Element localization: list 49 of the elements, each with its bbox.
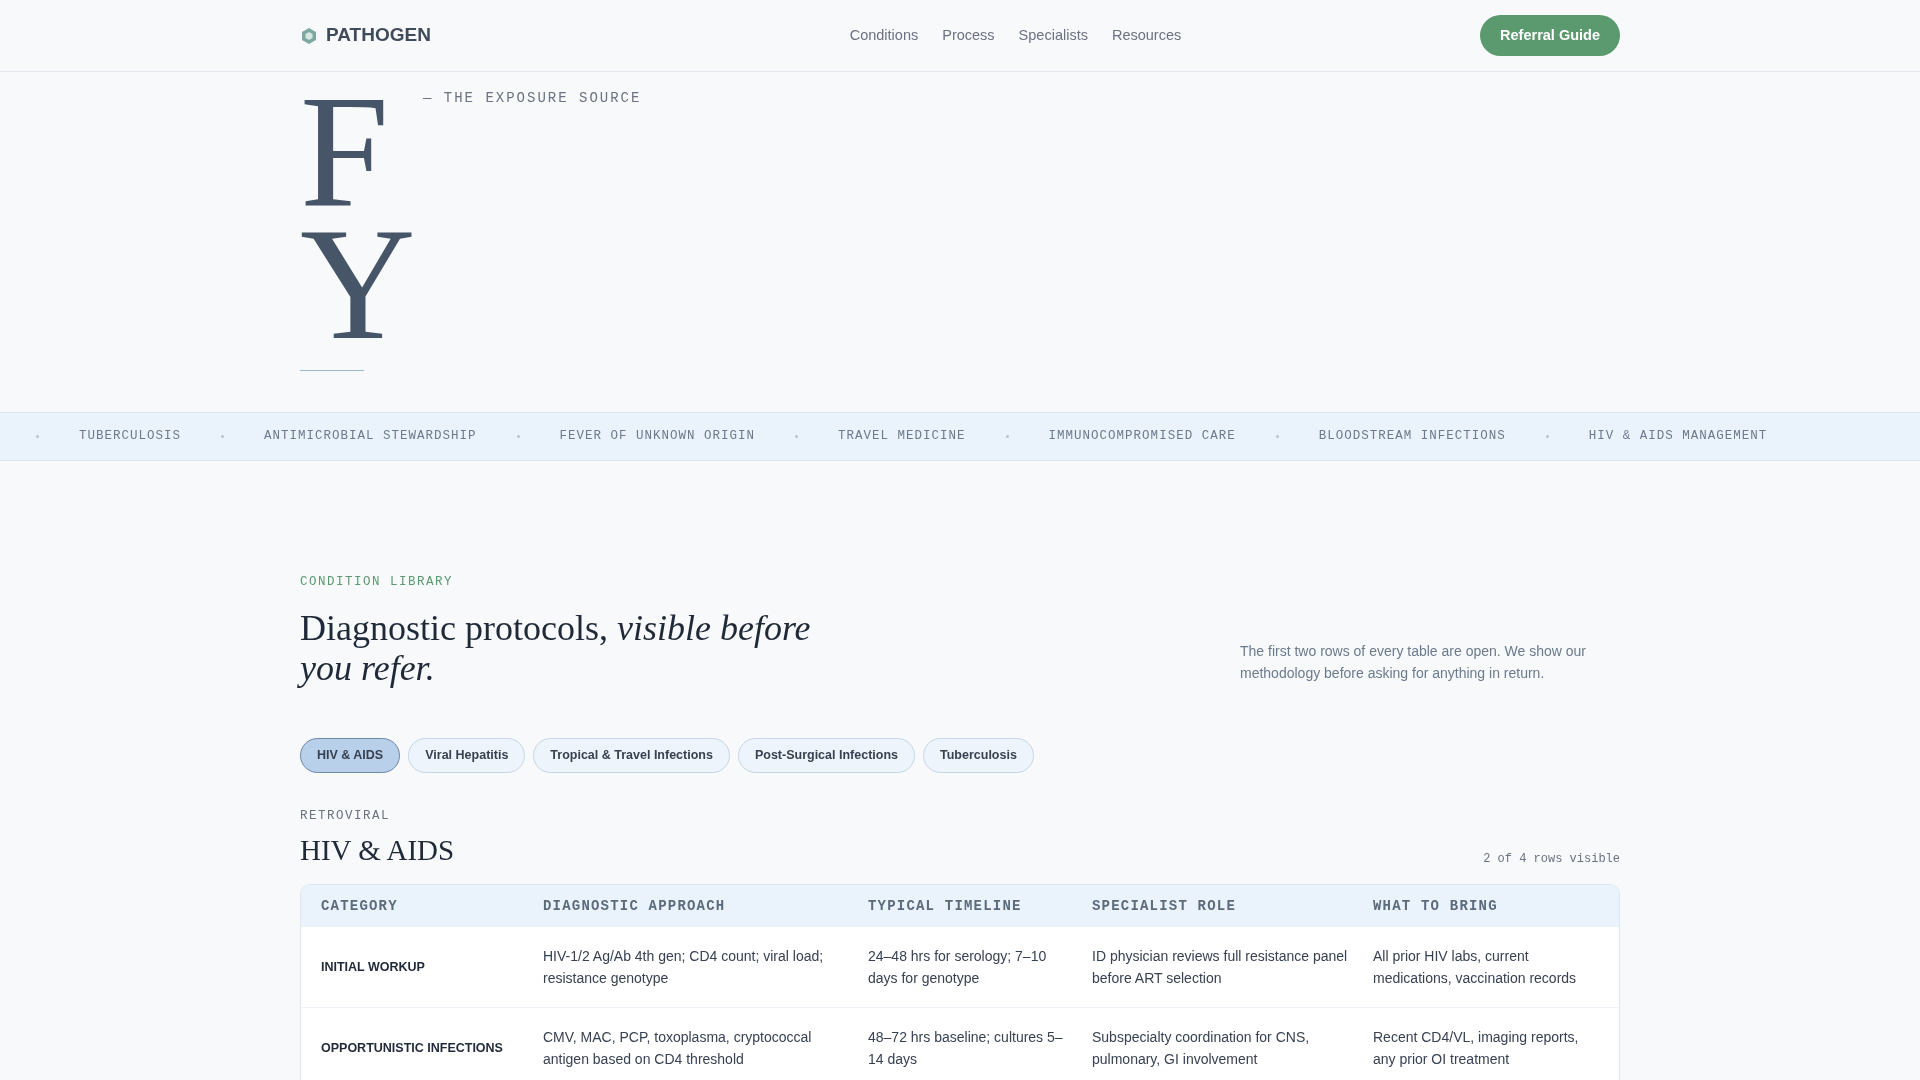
- table-cell-text: 24–48 hrs for serology; 7–10 days for genotype: [867, 947, 1048, 989]
- hero-tagline: — THE EXPOSURE SOURCE: [423, 89, 642, 108]
- column-header: SPECIALIST ROLE: [1091, 896, 1238, 916]
- table-cell-text: 48–72 hrs baseline; cultures 5–14 days: [867, 1028, 1064, 1070]
- nav-link[interactable]: Conditions: [849, 24, 919, 47]
- ticker-item: TRAVEL MEDICINE: [838, 428, 966, 446]
- condition-tab[interactable]: Viral Hepatitis: [408, 737, 526, 773]
- separator-dot: [221, 435, 224, 438]
- table-cell-text: CMV, MAC, PCP, toxoplasma, cryptococcal antigen based on CD4 threshold: [542, 1028, 813, 1070]
- ticker-item: HIV & AIDS MANAGEMENT: [1588, 428, 1768, 446]
- condition-tab[interactable]: Post-Surgical Infections: [737, 737, 915, 773]
- condition-tab[interactable]: Tuberculosis: [923, 737, 1034, 773]
- column-header: DIAGNOSTIC APPROACH: [542, 896, 727, 916]
- condition-title: HIV & AIDS: [300, 833, 455, 869]
- section-eyebrow: CONDITION LIBRARY: [300, 574, 455, 591]
- nav-link[interactable]: Process: [942, 24, 995, 47]
- separator-dot: [36, 435, 39, 438]
- ticker-item: TUBERCULOSIS: [79, 428, 181, 446]
- column-header: WHAT TO BRING: [1372, 896, 1499, 916]
- column-header: TYPICAL TIMELINE: [867, 896, 1023, 916]
- display-letter: F: [300, 86, 389, 218]
- table-cell-text: ID physician reviews full resistance panel before ART selection: [1091, 947, 1349, 989]
- nav-link[interactable]: Resources: [1111, 24, 1182, 47]
- condition-eyebrow: RETROVIRAL: [300, 807, 391, 825]
- table-cell-text: INITIAL WORKUP: [320, 959, 426, 977]
- ticker-item: IMMUNOCOMPROMISED CARE: [1048, 428, 1236, 446]
- referral-guide-button[interactable]: Referral Guide: [1480, 14, 1620, 57]
- row-count: 2 of 4 rows visible: [1483, 851, 1620, 869]
- condition-tab[interactable]: HIV & AIDS: [300, 737, 401, 773]
- hexagon-logo-icon: [300, 26, 318, 45]
- column-header: CATEGORY: [320, 896, 399, 916]
- ticker-item: FEVER OF UNKNOWN ORIGIN: [559, 428, 756, 446]
- table-cell-text: OPPORTUNISTIC INFECTIONS: [320, 1040, 504, 1058]
- separator-dot: [1005, 435, 1009, 438]
- ticker-item: ANTIMICROBIAL STEWARDSHIP: [264, 428, 477, 446]
- separator-dot: [1545, 435, 1549, 438]
- table-cell-text: Subspecialty coordination for CNS, pulmonary, GI involvement: [1091, 1028, 1311, 1070]
- display-letter: Y: [300, 218, 417, 350]
- section-intro: The first two rows of every table are open. We show our methodology before asking for anything in return.: [1240, 641, 1587, 683]
- condition-tab[interactable]: Tropical & Travel Infections: [533, 737, 730, 773]
- separator-dot: [516, 435, 520, 438]
- table-cell-text: All prior HIV labs, current medications, vaccination records: [1372, 947, 1578, 989]
- nav-link[interactable]: Specialists: [1018, 24, 1088, 47]
- ticker-item: BLOODSTREAM INFECTIONS: [1318, 428, 1506, 446]
- separator-dot: [1275, 435, 1279, 438]
- brand-name[interactable]: PATHOGEN: [326, 21, 431, 50]
- separator-dot: [795, 435, 799, 438]
- table-cell-text: Recent CD4/VL, imaging reports, any prior OI treatment: [1372, 1028, 1580, 1070]
- table-cell-text: HIV-1/2 Ag/Ab 4th gen; CD4 count; viral load; resistance genotype: [542, 947, 825, 989]
